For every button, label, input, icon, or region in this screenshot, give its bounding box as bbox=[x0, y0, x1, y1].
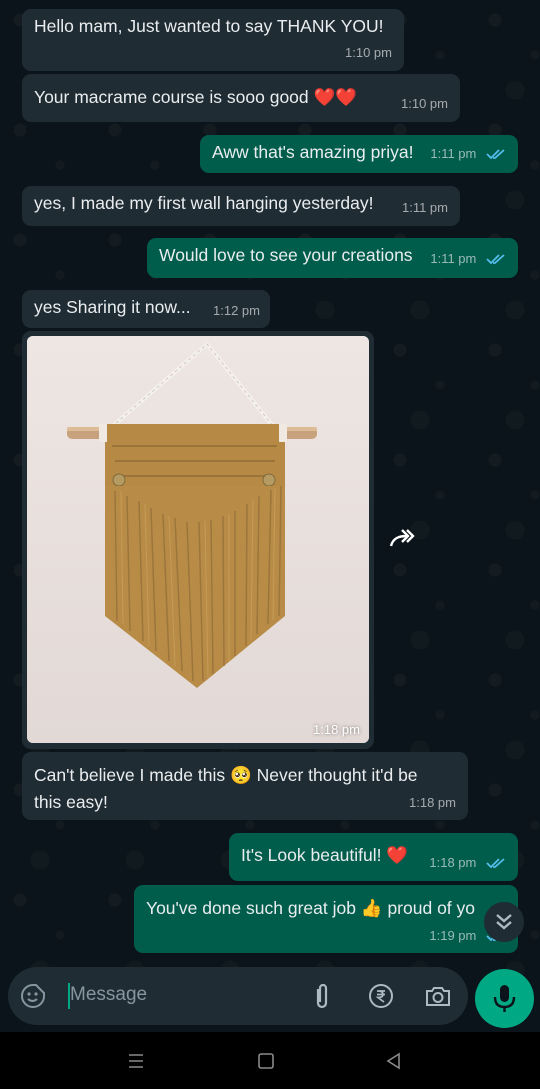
message-status: 1:11 pm bbox=[430, 140, 506, 167]
message-text: Can't believe I made this 🥺 Never though… bbox=[34, 765, 418, 812]
message-bubble-incoming[interactable]: yes Sharing it now... 1:12 pm bbox=[22, 290, 270, 328]
double-check-icon bbox=[486, 149, 505, 160]
message-time: 1:18 pm bbox=[313, 722, 360, 737]
rupee-icon bbox=[369, 984, 393, 1008]
double-check-icon bbox=[486, 254, 505, 265]
message-time: 1:10 pm bbox=[401, 96, 448, 111]
message-text: yes, I made my first wall hanging yester… bbox=[34, 193, 374, 213]
message-text: Your macrame course is sooo good ❤️❤️ bbox=[34, 87, 358, 107]
message-status: 1:11 pm bbox=[430, 245, 506, 272]
message-bubble-outgoing[interactable]: You've done such great job 👍 proud of yo… bbox=[134, 885, 518, 953]
message-bubble-incoming[interactable]: Hello mam, Just wanted to say THANK YOU!… bbox=[22, 9, 404, 71]
message-bubble-outgoing[interactable]: Aww that's amazing priya! 1:11 pm bbox=[200, 135, 518, 173]
message-time: 1:11 pm bbox=[430, 251, 477, 266]
message-time: 1:10 pm bbox=[345, 45, 392, 60]
back-nav-button[interactable] bbox=[384, 1051, 404, 1071]
message-time: 1:18 pm bbox=[409, 795, 456, 810]
double-check-icon bbox=[486, 858, 505, 869]
message-input[interactable]: Message bbox=[70, 984, 147, 1006]
message-time: 1:11 pm bbox=[430, 146, 477, 161]
camera-icon bbox=[426, 987, 450, 1006]
message-bubble-outgoing[interactable]: Would love to see your creations 1:11 pm bbox=[147, 238, 518, 278]
sticker-icon bbox=[21, 984, 45, 1008]
paperclip-icon bbox=[316, 983, 328, 1009]
mic-icon bbox=[493, 985, 516, 1012]
attach-button[interactable] bbox=[310, 983, 334, 1011]
square-icon bbox=[258, 1053, 274, 1069]
system-navigation-bar bbox=[0, 1032, 540, 1089]
message-time: 1:11 pm bbox=[401, 200, 448, 215]
message-bubble-incoming[interactable]: Can't believe I made this 🥺 Never though… bbox=[22, 752, 468, 820]
message-bubble-incoming[interactable]: Your macrame course is sooo good ❤️❤️ 1:… bbox=[22, 74, 460, 122]
message-text: You've done such great job 👍 proud of yo bbox=[146, 898, 476, 918]
menu-lines-icon bbox=[129, 1054, 143, 1068]
message-status: 1:18 pm bbox=[429, 849, 506, 876]
scroll-to-bottom-button[interactable] bbox=[484, 902, 524, 942]
message-time: 1:12 pm bbox=[213, 303, 260, 318]
back-triangle-icon bbox=[386, 1052, 400, 1070]
message-bubble-outgoing[interactable]: It's Look beautiful! ❤️ 1:18 pm bbox=[229, 833, 518, 881]
macrame-image bbox=[27, 336, 369, 743]
message-bubble-incoming[interactable]: yes, I made my first wall hanging yester… bbox=[22, 186, 460, 226]
voice-message-button[interactable] bbox=[475, 969, 534, 1028]
macrame-wall-hanging-photo[interactable]: 1:18 pm bbox=[27, 336, 369, 743]
message-composer: Message bbox=[8, 967, 468, 1025]
camera-button[interactable] bbox=[424, 984, 452, 1008]
image-message[interactable]: 1:18 pm bbox=[22, 331, 374, 749]
forward-icon bbox=[389, 529, 415, 547]
home-nav-button[interactable] bbox=[256, 1051, 276, 1071]
recents-nav-button[interactable] bbox=[126, 1052, 146, 1070]
message-time: 1:19 pm bbox=[429, 928, 477, 943]
message-time: 1:18 pm bbox=[429, 855, 477, 870]
double-chevron-down-icon bbox=[496, 914, 512, 930]
sticker-button[interactable] bbox=[20, 983, 46, 1009]
forward-button[interactable] bbox=[385, 524, 419, 558]
payment-button[interactable] bbox=[368, 983, 394, 1009]
message-text: Hello mam, Just wanted to say THANK YOU! bbox=[34, 16, 384, 36]
